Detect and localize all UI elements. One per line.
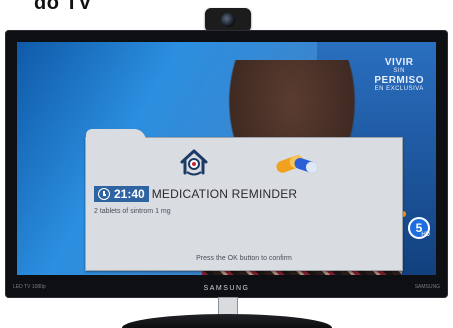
reminder-time: 21:40 <box>114 187 145 201</box>
confirm-hint[interactable]: Press the OK button to confirm <box>86 255 402 262</box>
channel-program-logo: VIVIR SIN PERMISO EN EXCLUSIVA <box>374 58 424 94</box>
tv-stand-base <box>122 314 332 328</box>
television: VIVIR SIN PERMISO EN EXCLUSIVA 5 HD 21:4… <box>5 30 448 298</box>
tv-bottom-right-label: SAMSUNG <box>414 284 440 290</box>
program-logo-line-3: PERMISO <box>374 75 424 86</box>
pills-icon <box>276 155 318 174</box>
clock-icon <box>98 188 110 200</box>
tv-screen: VIVIR SIN PERMISO EN EXCLUSIVA 5 HD 21:4… <box>17 42 436 275</box>
house-hands-logo-icon <box>180 149 208 176</box>
time-badge: 21:40 <box>94 186 149 202</box>
webcam <box>205 8 251 32</box>
webcam-lens-icon <box>221 13 235 27</box>
page-caption: do TV <box>34 0 93 14</box>
tv-brand-label: SAMSUNG <box>203 285 250 292</box>
channel-hd-label: HD <box>421 232 430 238</box>
reminder-detail: 2 tablets of sintrom 1 mg <box>94 208 171 215</box>
medication-reminder-dialog[interactable]: 21:40 MEDICATION REMINDER 2 tablets of s… <box>85 129 403 271</box>
dialog-tab <box>86 129 146 141</box>
reminder-title-row: 21:40 MEDICATION REMINDER <box>94 186 297 202</box>
dialog-header <box>86 144 402 178</box>
reminder-title: MEDICATION REMINDER <box>151 187 298 201</box>
program-logo-line-4: EN EXCLUSIVA <box>374 86 424 92</box>
program-logo-line-1: VIVIR <box>384 57 414 68</box>
